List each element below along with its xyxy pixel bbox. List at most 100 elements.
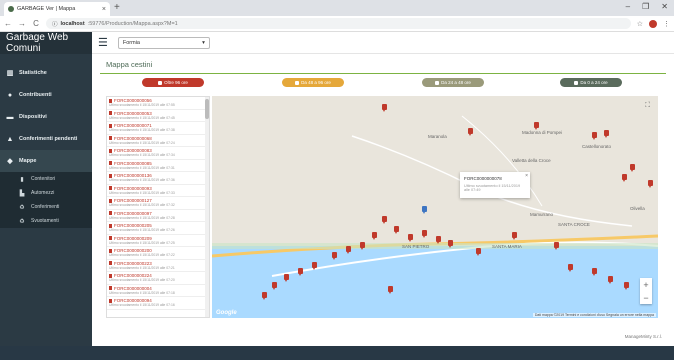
- bin-marker[interactable]: [388, 286, 393, 294]
- list-item-subtitle: Ultimo svuotamento il 15/11/2019 alle 07…: [109, 115, 175, 120]
- sidebar-item-conferimenti-pendenti[interactable]: ▲ Conferimenti pendenti: [0, 128, 92, 150]
- list-item[interactable]: FORC0000000200 Ultimo svuotamento il 15/1…: [107, 247, 209, 260]
- new-tab-button[interactable]: +: [114, 2, 120, 13]
- legend-filter-oltre-96[interactable]: Oltre 96 ore: [142, 78, 204, 87]
- bin-marker[interactable]: [284, 274, 289, 282]
- bin-marker[interactable]: [554, 242, 559, 250]
- bin-marker[interactable]: [608, 276, 613, 284]
- bin-marker[interactable]: [448, 240, 453, 248]
- app-brand: Garbage Web Comuni: [0, 32, 92, 54]
- maximize-icon[interactable]: ❐: [642, 2, 649, 11]
- list-item[interactable]: FORC0000000053 Ultimo svuotamento il 15/1…: [107, 110, 209, 122]
- bin-marker[interactable]: [534, 122, 539, 130]
- sidebar-item-contribuenti[interactable]: ● Contribuenti: [0, 84, 92, 106]
- sidebar-item-label: Dispositivi: [19, 114, 47, 120]
- list-item-subtitle: Ultimo svuotamento il 15/11/2019 alle 07…: [109, 128, 175, 132]
- reload-icon[interactable]: C: [32, 19, 40, 28]
- browser-tab[interactable]: GARBAGE Ver | Mappa ×: [4, 2, 110, 16]
- bin-marker[interactable]: [468, 128, 473, 136]
- star-icon[interactable]: ☆: [637, 20, 643, 28]
- legend-filter-48-96[interactable]: Da 48 a 96 ore: [282, 78, 344, 87]
- map-label: Mamurrano: [530, 212, 554, 217]
- submenu-item-svuotamenti[interactable]: ♻ Svuotamenti: [0, 214, 92, 228]
- bin-marker[interactable]: [592, 132, 597, 140]
- minimize-icon[interactable]: –: [626, 2, 630, 11]
- list-item[interactable]: FORC0000000209 Ultimo svuotamento il 15/1…: [107, 235, 209, 247]
- legend-filter-0-24[interactable]: Da 0 a 24 ore: [560, 78, 622, 87]
- list-item[interactable]: FORC0000000205 Ultimo svuotamento il 15/1…: [107, 222, 209, 235]
- list-item[interactable]: FORC0000000068 Ultimo svuotamento il 15/1…: [107, 135, 209, 147]
- bin-marker[interactable]: [346, 246, 351, 254]
- bin-marker[interactable]: [648, 180, 653, 188]
- comune-select[interactable]: Formia ▾: [117, 36, 210, 49]
- bin-marker[interactable]: [382, 216, 387, 224]
- legend-label: Da 48 a 96 ore: [301, 80, 331, 85]
- sidebar-item-mappe[interactable]: ◆ Mappe: [0, 150, 92, 172]
- list-item[interactable]: FORC0000000127 Ultimo svuotamento il 15/1…: [107, 197, 209, 210]
- list-item[interactable]: FORC0000000083 Ultimo svuotamento il 15/1…: [107, 147, 209, 160]
- submenu-item-conferimenti[interactable]: ♻ Conferimenti: [0, 200, 92, 214]
- bin-marker[interactable]: [476, 248, 481, 256]
- close-popup-icon[interactable]: ×: [525, 173, 528, 179]
- list-scrollbar[interactable]: [205, 97, 209, 317]
- menu-dots-icon[interactable]: ⋮: [663, 20, 670, 28]
- sidebar-item-label: Conferimenti pendenti: [19, 136, 78, 142]
- fullscreen-icon[interactable]: ⛶: [645, 102, 650, 110]
- sidebar-item-dispositivi[interactable]: ▬ Dispositivi: [0, 106, 92, 128]
- list-item[interactable]: FORC0000000094 Ultimo svuotamento il 15/1…: [107, 297, 209, 310]
- list-item-subtitle: Ultimo svuotamento il 15/11/2019 alle 07…: [109, 140, 175, 145]
- list-item-subtitle: Ultimo svuotamento il 15/11/2019 alle 07…: [109, 103, 175, 107]
- list-item[interactable]: FORC0000000136 Ultimo svuotamento il 15/1…: [107, 172, 209, 185]
- bin-marker[interactable]: [394, 226, 399, 234]
- bin-marker[interactable]: [512, 232, 517, 240]
- list-item[interactable]: FORC0000000097 Ultimo svuotamento il 15/1…: [107, 210, 209, 222]
- bin-marker[interactable]: [332, 252, 337, 260]
- checkbox-icon: [435, 80, 440, 85]
- bin-marker[interactable]: [408, 234, 413, 242]
- bin-marker[interactable]: [622, 174, 627, 182]
- back-icon[interactable]: ←: [4, 19, 12, 28]
- map-attribution[interactable]: Dati mappa ©2019 Termini e condizioni d'…: [532, 313, 656, 317]
- selected-bin-marker[interactable]: [422, 206, 427, 214]
- bin-marker[interactable]: [298, 268, 303, 276]
- list-item[interactable]: FORC0000000224 Ultimo svuotamento il 15/1…: [107, 272, 209, 285]
- list-item-subtitle: Ultimo svuotamento il 15/11/2019 alle 07…: [109, 278, 175, 282]
- list-item[interactable]: FORC0000000056 Ultimo svuotamento il 15/1…: [107, 97, 209, 110]
- submenu-item-automezzi[interactable]: ▙ Automezzi: [0, 186, 92, 200]
- bin-marker[interactable]: [436, 236, 441, 244]
- bin-marker[interactable]: [592, 268, 597, 276]
- close-window-icon[interactable]: ✕: [661, 2, 668, 11]
- bin-marker[interactable]: [422, 230, 427, 238]
- list-item[interactable]: FORC0000000085 Ultimo svuotamento il 15/1…: [107, 160, 209, 172]
- bin-marker[interactable]: [382, 104, 387, 112]
- legend-filter-24-48[interactable]: Da 24 a 48 ore: [422, 78, 484, 87]
- comune-select-value: Formia: [122, 39, 140, 46]
- submenu-item-contenitori[interactable]: ▮ Contenitori: [0, 172, 92, 186]
- bin-marker[interactable]: [262, 292, 267, 300]
- map-label: SAN PIETRO: [402, 244, 430, 249]
- scrollbar-thumb[interactable]: [205, 99, 209, 119]
- zoom-out-button[interactable]: −: [643, 293, 648, 303]
- hamburger-menu-icon[interactable]: ☰: [98, 36, 108, 49]
- bin-marker[interactable]: [272, 282, 277, 290]
- list-item[interactable]: FORC0000000004 Ultimo svuotamento il 15/1…: [107, 285, 209, 297]
- bin-marker[interactable]: [312, 262, 317, 270]
- close-tab-icon[interactable]: ×: [102, 6, 106, 13]
- recycle-icon: ♻: [19, 218, 25, 225]
- address-bar[interactable]: ⓘ localhost:59776/Production/Mappa.aspx?…: [46, 18, 631, 29]
- profile-avatar[interactable]: [649, 19, 657, 28]
- sidebar-item-label: Statistiche: [19, 70, 47, 76]
- bin-marker[interactable]: [604, 130, 609, 138]
- bin-marker[interactable]: [372, 232, 377, 240]
- bin-marker[interactable]: [624, 282, 629, 290]
- zoom-in-button[interactable]: +: [643, 280, 648, 290]
- forward-icon[interactable]: →: [18, 19, 26, 28]
- sidebar-item-statistiche[interactable]: ▥ Statistiche: [0, 62, 92, 84]
- bin-marker[interactable]: [630, 164, 635, 172]
- bin-marker[interactable]: [568, 264, 573, 272]
- bin-marker[interactable]: [360, 242, 365, 250]
- map[interactable]: Maranola Madonna di Pompei Castellonorat…: [212, 96, 658, 318]
- list-item[interactable]: FORC0000000223 Ultimo svuotamento il 15/1…: [107, 260, 209, 272]
- list-item[interactable]: FORC0000000093 Ultimo svuotamento il 15/1…: [107, 185, 209, 197]
- list-item[interactable]: FORC0000000071 Ultimo svuotamento il 15/1…: [107, 122, 209, 135]
